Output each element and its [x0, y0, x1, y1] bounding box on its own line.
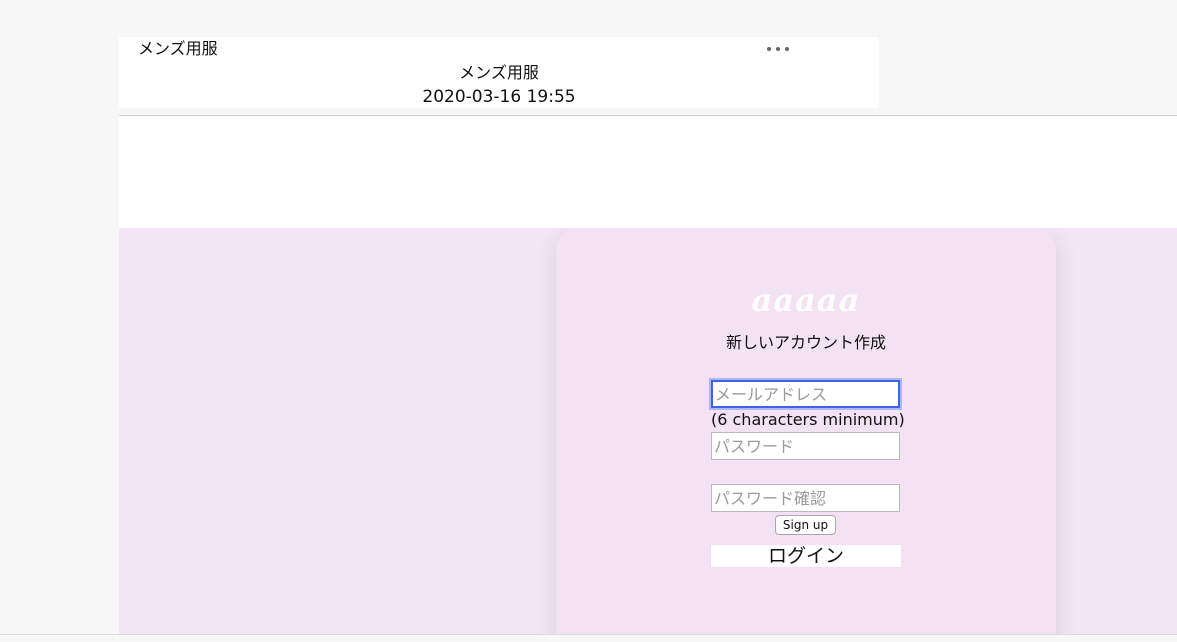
content-spacer: [119, 115, 1177, 228]
more-dot: [785, 47, 789, 51]
post-header-card: メンズ用服 メンズ用服 2020-03-16 19:55: [119, 37, 879, 108]
post-top-title: メンズ用服: [138, 39, 218, 58]
more-dot: [776, 47, 780, 51]
post-date: 2020-03-16 19:55: [422, 87, 576, 107]
login-link[interactable]: ログイン: [711, 545, 901, 567]
password-hint: (6 characters minimum): [711, 410, 905, 429]
more-dot: [767, 47, 771, 51]
bottom-divider: [0, 634, 1177, 642]
more-options-icon[interactable]: [767, 41, 789, 57]
sign-up-button[interactable]: Sign up: [775, 515, 836, 535]
password-field[interactable]: [711, 432, 900, 460]
email-field[interactable]: [711, 380, 900, 408]
password-confirm-field[interactable]: [711, 484, 900, 512]
post-title: メンズ用服: [459, 63, 539, 82]
signup-card: aaaaa 新しいアカウント作成 (6 characters minimum) …: [556, 228, 1056, 634]
brand-logo: aaaaa: [751, 281, 861, 319]
signup-section: aaaaa 新しいアカウント作成 (6 characters minimum) …: [119, 228, 1177, 634]
form-heading: 新しいアカウント作成: [725, 333, 886, 352]
